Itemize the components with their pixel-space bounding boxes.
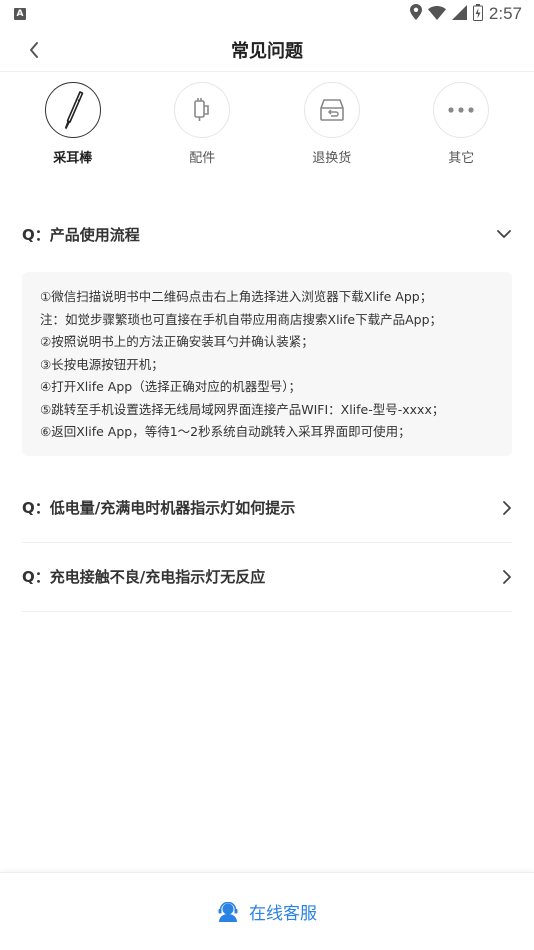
chevron-down-icon — [497, 230, 511, 238]
nav-header: 常见问题 — [0, 28, 534, 72]
category-label: 退换货 — [312, 151, 352, 166]
faq-question: Q：充电接触不良/充电指示灯无反应 — [22, 568, 266, 586]
faq-list: Q：产品使用流程 ①微信扫描说明书中二维码点击右上角选择进入浏览器下载Xlife… — [0, 182, 534, 612]
more-dots-icon — [448, 107, 474, 113]
ear-pick-icon — [64, 91, 84, 129]
category-accessory[interactable]: 配件 — [147, 82, 257, 182]
answer-line: ②按照说明书上的方法正确安装耳勺并确认装紧； — [40, 334, 314, 349]
faq-question-row[interactable]: Q：低电量/充满电时机器指示灯如何提示 — [22, 474, 512, 542]
return-box-icon — [319, 99, 344, 121]
online-service-button[interactable]: 在线客服 — [217, 899, 317, 924]
signal-icon — [451, 4, 467, 24]
faq-question-row[interactable]: Q：充电接触不良/充电指示灯无反应 — [22, 543, 512, 611]
bottom-bar: 在线客服 — [0, 872, 534, 950]
answer-line: ④打开Xlife App（选择正确对应的机器型号）； — [40, 379, 301, 394]
category-other[interactable]: 其它 — [406, 82, 516, 182]
category-label: 采耳棒 — [53, 151, 93, 166]
faq-item: Q：充电接触不良/充电指示灯无反应 — [22, 543, 512, 612]
customer-service-icon — [218, 901, 238, 922]
faq-item: Q：产品使用流程 ①微信扫描说明书中二维码点击右上角选择进入浏览器下载Xlife… — [22, 182, 512, 456]
faq-question: Q：产品使用流程 — [22, 225, 140, 244]
online-service-label: 在线客服 — [249, 904, 317, 924]
category-icon-circle — [433, 82, 490, 138]
answer-line: ③长按电源按钮开机； — [40, 356, 164, 372]
category-ear-pick[interactable]: 采耳棒 — [18, 82, 128, 182]
battery-icon — [472, 3, 483, 25]
answer-line: ⑤跳转至手机设置选择无线局域网界面连接产品WIFI：Xlife-型号-xxxx； — [40, 401, 445, 417]
chevron-right-icon — [503, 500, 511, 515]
answer-line: 注：如觉步骤繁琐也可直接在手机自带应用商店搜索Xlife下载产品App； — [40, 311, 443, 327]
category-icon-circle — [303, 82, 360, 138]
faq-item: Q：低电量/充满电时机器指示灯如何提示 — [22, 474, 512, 543]
status-bar: A 2:57 — [0, 0, 534, 28]
answer-line: ⑥返回Xlife App，等待1～2秒系统自动跳转入采耳界面即可使用； — [40, 424, 411, 439]
chevron-right-icon — [503, 569, 511, 584]
chevron-left-icon — [30, 42, 38, 58]
wifi-icon — [427, 5, 446, 24]
location-icon — [409, 4, 422, 24]
page-title: 常见问题 — [231, 40, 303, 62]
faq-answer: ①微信扫描说明书中二维码点击右上角选择进入浏览器下载Xlife App； 注：如… — [22, 272, 512, 456]
faq-question-row[interactable]: Q：产品使用流程 — [22, 182, 512, 272]
notification-app-icon: A — [14, 8, 26, 20]
category-tabs: 采耳棒 配件 退换货 其它 — [0, 72, 534, 182]
category-icon-circle — [44, 82, 101, 138]
category-return[interactable]: 退换货 — [277, 82, 387, 182]
back-button[interactable] — [22, 38, 46, 62]
category-icon-circle — [174, 82, 231, 138]
accessory-icon — [194, 98, 210, 121]
clock-time: 2:57 — [488, 4, 522, 23]
faq-question: Q：低电量/充满电时机器指示灯如何提示 — [22, 499, 296, 517]
category-label: 其它 — [448, 151, 475, 166]
category-label: 配件 — [189, 151, 216, 166]
answer-line: ①微信扫描说明书中二维码点击右上角选择进入浏览器下载Xlife App； — [40, 289, 433, 304]
